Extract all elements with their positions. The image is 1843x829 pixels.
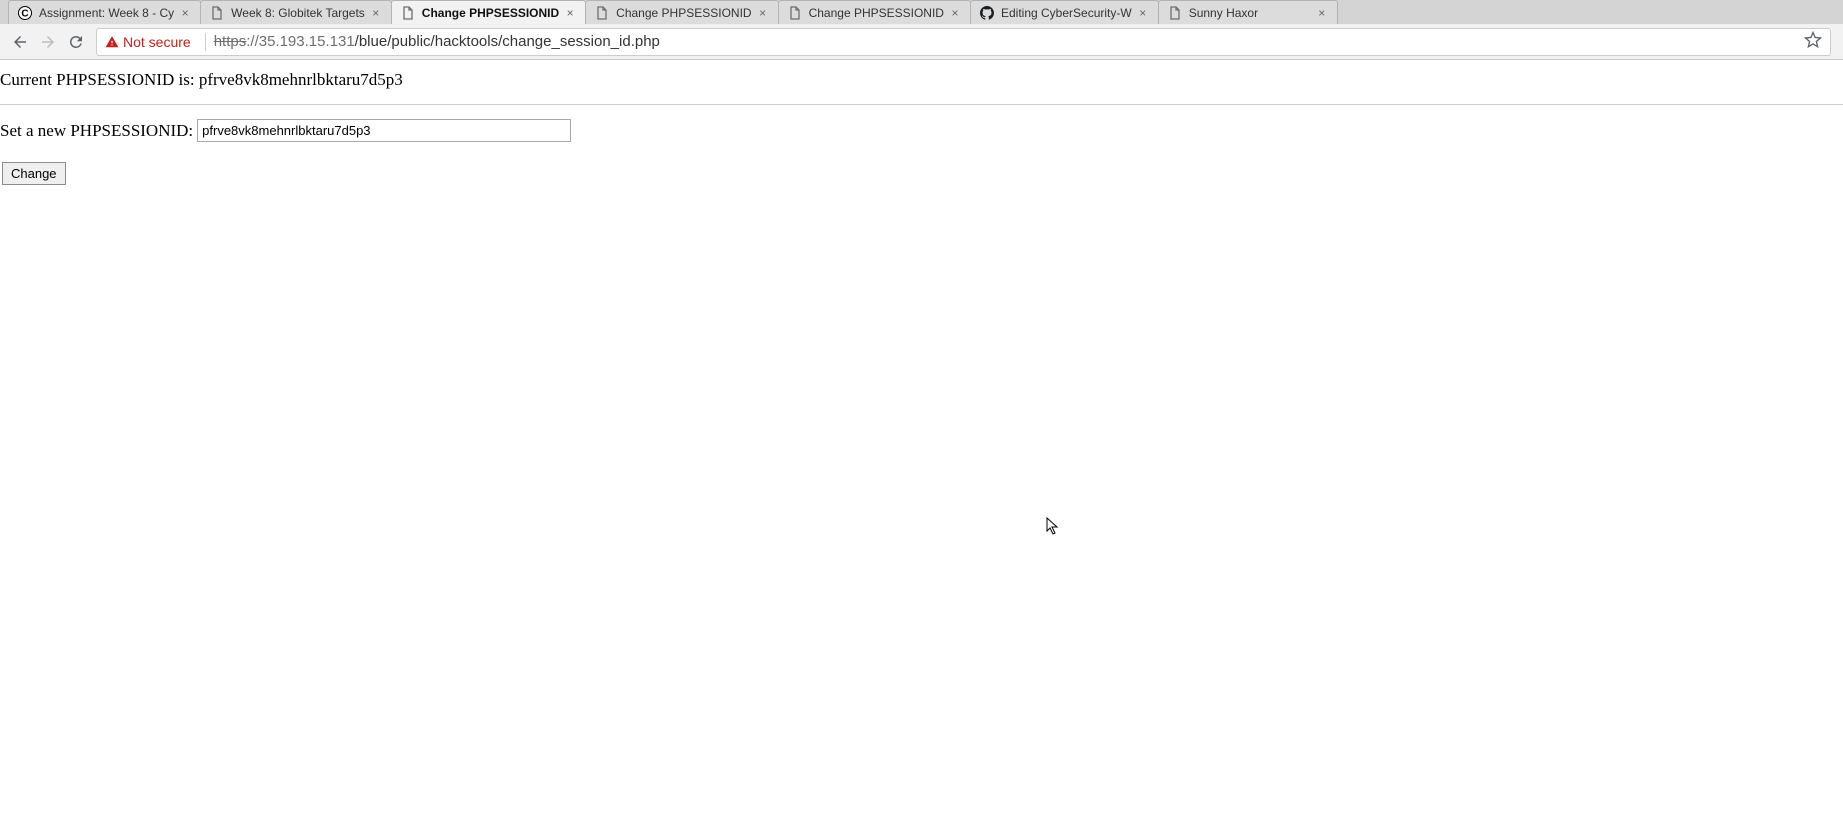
tab-strip: C Assignment: Week 8 - Cy × Week 8: Glob… <box>0 0 1843 24</box>
separator <box>205 33 206 51</box>
close-icon[interactable]: × <box>563 6 577 20</box>
page-icon <box>400 5 416 21</box>
page-content: Current PHPSESSIONID is: pfrve8vk8mehnrl… <box>0 60 1843 185</box>
github-icon <box>979 5 995 21</box>
url-protocol: https <box>214 33 247 50</box>
url-host: ://35.193.15.131 <box>246 33 354 50</box>
tab-change-phpsessionid-active[interactable]: Change PHPSESSIONID × <box>391 0 586 24</box>
divider <box>0 104 1843 105</box>
close-icon[interactable]: × <box>178 6 192 20</box>
bookmark-star-icon[interactable] <box>1804 31 1822 53</box>
set-session-form-line: Set a new PHPSESSIONID: <box>0 119 1843 142</box>
tab-change-phpsessionid-3[interactable]: Change PHPSESSIONID × <box>778 0 971 24</box>
c-letter-icon: C <box>17 5 33 21</box>
close-icon[interactable]: × <box>1136 6 1150 20</box>
close-icon[interactable]: × <box>948 6 962 20</box>
reload-button[interactable] <box>62 28 90 56</box>
browser-chrome: C Assignment: Week 8 - Cy × Week 8: Glob… <box>0 0 1843 60</box>
change-button[interactable]: Change <box>2 162 66 185</box>
tab-globitek-targets[interactable]: Week 8: Globitek Targets × <box>200 0 392 24</box>
page-icon <box>209 5 225 21</box>
session-id-input[interactable] <box>197 119 571 142</box>
close-icon[interactable]: × <box>369 6 383 20</box>
back-button[interactable] <box>6 28 34 56</box>
mouse-cursor-icon <box>1046 517 1062 537</box>
set-session-label: Set a new PHPSESSIONID: <box>0 121 193 141</box>
tab-title: Change PHPSESSIONID <box>616 6 751 20</box>
page-icon <box>787 5 803 21</box>
current-session-line: Current PHPSESSIONID is: pfrve8vk8mehnrl… <box>0 60 1843 98</box>
tab-title: Week 8: Globitek Targets <box>231 6 365 20</box>
tab-sunny-haxor[interactable]: Sunny Haxor × <box>1158 0 1338 24</box>
url-path: /blue/public/hacktools/change_session_id… <box>355 33 660 50</box>
not-secure-warning: Not secure <box>105 34 191 50</box>
tab-title: Assignment: Week 8 - Cy <box>39 6 174 20</box>
page-icon <box>1167 5 1183 21</box>
url-display: https://35.193.15.131/blue/public/hackto… <box>214 33 660 50</box>
tab-assignment-week8[interactable]: C Assignment: Week 8 - Cy × <box>8 0 201 24</box>
forward-button[interactable] <box>34 28 62 56</box>
svg-text:C: C <box>21 8 28 19</box>
tab-title: Change PHPSESSIONID <box>422 6 559 20</box>
tab-title: Sunny Haxor <box>1189 6 1311 20</box>
not-secure-text: Not secure <box>123 34 191 50</box>
nav-bar: Not secure https://35.193.15.131/blue/pu… <box>0 24 1843 60</box>
tab-change-phpsessionid-2[interactable]: Change PHPSESSIONID × <box>585 0 778 24</box>
close-icon[interactable]: × <box>756 6 770 20</box>
page-icon <box>594 5 610 21</box>
tab-title: Change PHPSESSIONID <box>809 6 944 20</box>
current-session-value: pfrve8vk8mehnrlbktaru7d5p3 <box>199 70 403 89</box>
tab-editing-cybersecurity[interactable]: Editing CyberSecurity-W × <box>970 0 1159 24</box>
warning-triangle-icon <box>105 35 119 49</box>
close-icon[interactable]: × <box>1315 6 1329 20</box>
tab-title: Editing CyberSecurity-W <box>1001 6 1132 20</box>
address-bar[interactable]: Not secure https://35.193.15.131/blue/pu… <box>96 28 1831 56</box>
current-session-label: Current PHPSESSIONID is: <box>0 70 199 89</box>
